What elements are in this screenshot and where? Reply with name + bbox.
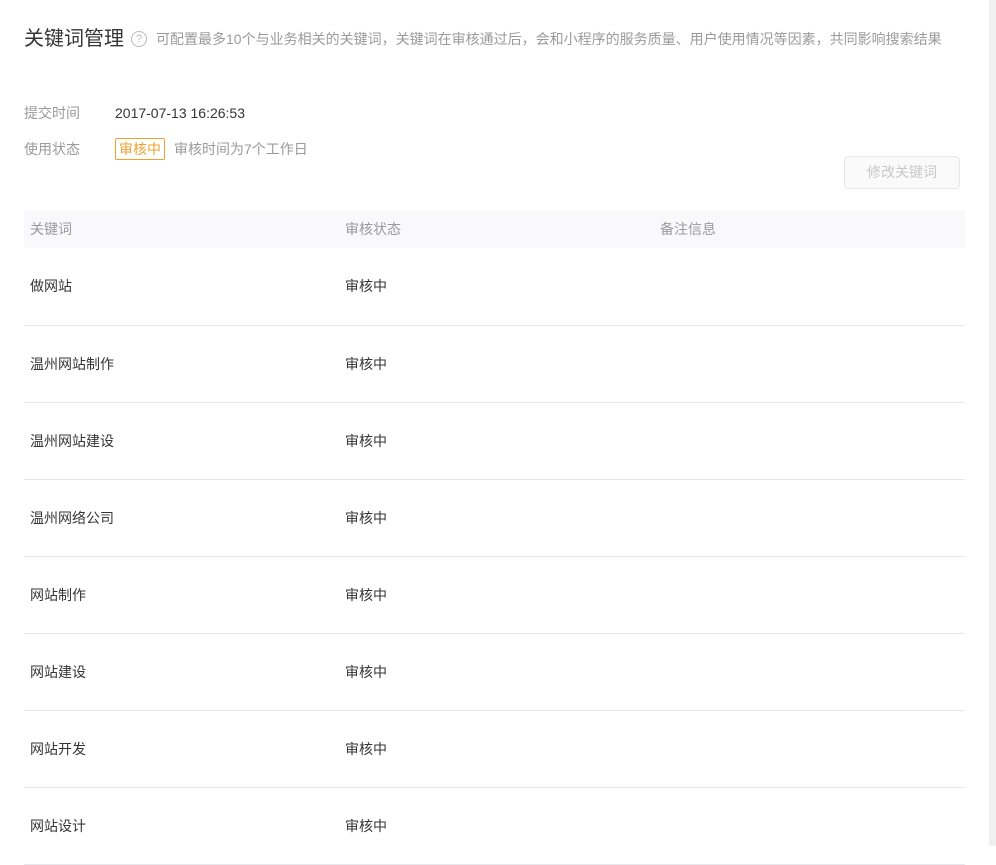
keyword-cell: 网站开发 — [24, 710, 339, 787]
remark-cell — [654, 402, 965, 479]
status-cell: 审核中 — [339, 479, 654, 556]
keyword-cell: 温州网络公司 — [24, 479, 339, 556]
table-row: 网站设计 审核中 — [24, 787, 965, 864]
table-row: 温州网络公司 审核中 — [24, 479, 965, 556]
status-badge: 审核中 — [115, 138, 165, 160]
status-label: 使用状态 — [24, 139, 115, 159]
status-cell: 审核中 — [339, 325, 654, 402]
page-right-gutter — [989, 0, 996, 846]
table-row: 网站制作 审核中 — [24, 556, 965, 633]
remark-cell — [654, 325, 965, 402]
column-header-keyword: 关键词 — [24, 210, 339, 248]
status-cell: 审核中 — [339, 633, 654, 710]
status-cell: 审核中 — [339, 402, 654, 479]
status-cell: 审核中 — [339, 710, 654, 787]
table-header-row: 关键词 审核状态 备注信息 — [24, 210, 965, 248]
edit-keywords-button[interactable]: 修改关键词 — [844, 156, 960, 189]
keyword-cell: 网站建设 — [24, 633, 339, 710]
keyword-cell: 网站设计 — [24, 787, 339, 864]
keyword-cell: 做网站 — [24, 248, 339, 325]
status-note: 审核时间为7个工作日 — [174, 139, 308, 159]
page-title: 关键词管理 — [24, 28, 124, 50]
table-row: 温州网站制作 审核中 — [24, 325, 965, 402]
status-row: 使用状态 审核中 审核时间为7个工作日 — [24, 138, 972, 160]
status-cell: 审核中 — [339, 556, 654, 633]
keyword-cell: 温州网站制作 — [24, 325, 339, 402]
keyword-cell: 网站制作 — [24, 556, 339, 633]
table-row: 做网站 审核中 — [24, 248, 965, 325]
remark-cell — [654, 787, 965, 864]
keyword-cell: 温州网站建设 — [24, 402, 339, 479]
keyword-management-page: 关键词管理 ? 可配置最多10个与业务相关的关键词，关键词在审核通过后，会和小程… — [0, 0, 996, 846]
submit-time-label: 提交时间 — [24, 103, 115, 123]
table-row: 温州网站建设 审核中 — [24, 402, 965, 479]
submit-time-value: 2017-07-13 16:26:53 — [115, 105, 245, 121]
remark-cell — [654, 556, 965, 633]
remark-cell — [654, 710, 965, 787]
remark-cell — [654, 248, 965, 325]
keywords-table: 关键词 审核状态 备注信息 做网站 审核中 温州网站制作 审核中 温州网站建设 … — [24, 210, 965, 865]
status-cell: 审核中 — [339, 787, 654, 864]
page-header: 关键词管理 ? 可配置最多10个与业务相关的关键词，关键词在审核通过后，会和小程… — [0, 0, 996, 50]
table-row: 网站建设 审核中 — [24, 633, 965, 710]
submit-time-row: 提交时间 2017-07-13 16:26:53 — [24, 102, 972, 124]
table-row: 网站开发 审核中 — [24, 710, 965, 787]
help-icon[interactable]: ? — [131, 31, 147, 47]
meta-section: 提交时间 2017-07-13 16:26:53 使用状态 审核中 审核时间为7… — [24, 102, 972, 160]
page-description: 可配置最多10个与业务相关的关键词，关键词在审核通过后，会和小程序的服务质量、用… — [156, 29, 942, 49]
column-header-status: 审核状态 — [339, 210, 654, 248]
remark-cell — [654, 479, 965, 556]
remark-cell — [654, 633, 965, 710]
status-cell: 审核中 — [339, 248, 654, 325]
column-header-remark: 备注信息 — [654, 210, 965, 248]
